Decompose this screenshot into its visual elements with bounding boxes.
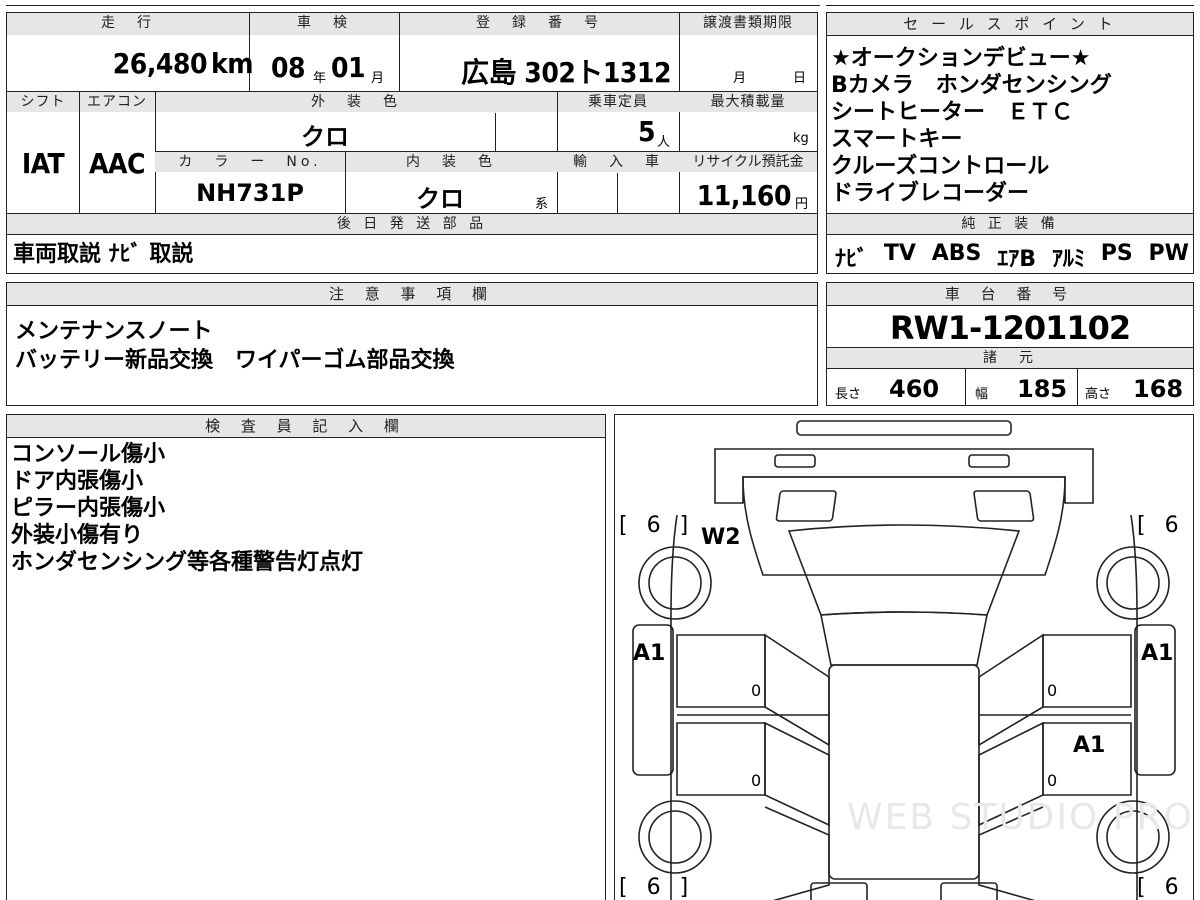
chassis-panel: 車 台 番 号 RW1-1201102 諸 元 長さ 460 幅 185 高さ … xyxy=(826,282,1194,406)
transfer-month: 月 xyxy=(733,71,747,86)
width-value: 185 xyxy=(1017,375,1068,403)
tire-front-right-label: [ 6 ] xyxy=(1137,513,1185,538)
sales-points-header: セ ー ル ス ポ イ ン ト xyxy=(827,13,1193,36)
recycle-value: 11,160 xyxy=(696,179,792,212)
front-grille-shape xyxy=(796,420,1012,436)
notes-header: 注 意 事 項 欄 xyxy=(7,283,817,306)
equipment-navi: ﾅﾋﾞ xyxy=(835,247,869,272)
right-front-door-mark: A1 xyxy=(1141,641,1174,666)
watermark: WEB STUDIO PRO xyxy=(847,797,1194,838)
shift-label: シフト xyxy=(7,92,79,112)
equipment-abs: ABS xyxy=(931,241,982,266)
interior-color-value: クロ xyxy=(416,185,464,213)
mileage-label: 走 行 xyxy=(7,13,249,35)
roof-panel-shape xyxy=(828,664,980,880)
left-front-door-mark: A1 xyxy=(633,641,666,666)
exterior-color-value: クロ xyxy=(301,123,349,151)
chassis-number: RW1-1201102 xyxy=(889,309,1131,347)
left-body-outline xyxy=(670,514,678,900)
shift-value: IAT xyxy=(21,147,65,180)
max-load-unit: kg xyxy=(793,131,809,146)
rear-bumper-shape xyxy=(810,882,868,900)
equipment-pw: PW xyxy=(1148,241,1189,266)
length-label: 長さ xyxy=(835,387,862,402)
specs-header: 諸 元 xyxy=(827,348,1193,369)
height-label: 高さ xyxy=(1085,387,1112,402)
transfer-day: 日 xyxy=(793,71,807,86)
shaken-year: 08 xyxy=(271,51,306,84)
inspector-header: 検 査 員 記 入 欄 xyxy=(7,415,605,438)
mileage-unit: km xyxy=(211,47,254,80)
width-label: 幅 xyxy=(975,387,989,402)
shaken-month-unit: 月 xyxy=(371,71,385,86)
tire-rear-left-label: [ 6 ] xyxy=(619,875,695,900)
capacity-label: 乗車定員 xyxy=(557,92,679,112)
inspector-panel: 検 査 員 記 入 欄 コンソール傷小 ドア内張傷小 ピラー内張傷小 外装小傷有… xyxy=(6,414,606,900)
color-no-value: NH731P xyxy=(196,179,304,207)
height-value: 168 xyxy=(1133,375,1184,403)
genuine-equipment-list: ﾅﾋﾞ TV ABS ｴｱB ｱﾙﾐ PS PW xyxy=(835,241,1189,273)
import-label: 輸 入 車 xyxy=(557,152,679,172)
roof-shape xyxy=(820,611,988,666)
shaken-year-unit: 年 xyxy=(313,71,327,86)
capacity-unit: 人 xyxy=(657,135,671,150)
chassis-header: 車 台 番 号 xyxy=(827,283,1193,306)
genuine-equipment-header: 純 正 装 備 xyxy=(827,214,1193,235)
tire-front-left-label: [ 6 ] xyxy=(619,513,695,538)
equipment-tv: TV xyxy=(883,241,916,266)
ac-value: AAC xyxy=(89,147,145,180)
hood-vent-left xyxy=(775,490,837,522)
windshield-shape xyxy=(787,524,1021,616)
recycle-unit: 円 xyxy=(795,197,809,212)
interior-color-label: 内 装 色 xyxy=(345,152,557,172)
recycle-label: リサイクル預託金 xyxy=(679,152,817,172)
length-value: 460 xyxy=(889,375,940,403)
headlight-left-shape xyxy=(774,454,816,468)
shaken-label: 車 検 xyxy=(249,13,399,35)
equipment-ps: PS xyxy=(1100,241,1133,266)
right-rear-door-mark: A1 xyxy=(1073,733,1106,758)
notes-text: メンテナンスノート バッテリー新品交換 ワイパーゴム部品交換 xyxy=(15,319,455,373)
left-rear-zero: 0 xyxy=(751,771,762,790)
sales-points-text: ★オークションデビュー★ Bカメラ ホンダセンシング シートヒーター ＥＴＣ ス… xyxy=(831,46,1112,206)
max-load-label: 最大積載量 xyxy=(679,92,817,112)
equipment-airbag: ｴｱB xyxy=(997,247,1037,272)
left-front-zero: 0 xyxy=(751,681,762,700)
registration-value: 広島 302ト1312 xyxy=(461,56,671,89)
later-parts-header: 後 日 発 送 部 品 xyxy=(7,214,817,235)
equipment-alloy: ｱﾙﾐ xyxy=(1051,247,1085,272)
headlight-right-shape xyxy=(968,454,1010,468)
tire-rear-right-label: [ 6 ] xyxy=(1137,875,1185,900)
right-rear-zero: 0 xyxy=(1047,771,1058,790)
ac-label: エアコン xyxy=(79,92,155,112)
later-parts-text: 車両取説 ﾅﾋﾞ 取説 xyxy=(13,242,194,267)
right-body-outline xyxy=(1130,514,1138,900)
exterior-color-label: 外 装 色 xyxy=(155,92,557,112)
notes-panel: 注 意 事 項 欄 メンテナンスノート バッテリー新品交換 ワイパーゴム部品交換 xyxy=(6,282,818,406)
hood-vent-right xyxy=(973,490,1035,522)
top-strip xyxy=(0,0,1200,8)
capacity-value: 5 xyxy=(637,115,656,148)
car-diagram-panel: [ 6 ] [ 6 ] [ 6 ] [ 6 ] W2 A1 A1 A1 0 0 … xyxy=(614,414,1194,900)
windshield-mark: W2 xyxy=(701,525,741,550)
interior-color-suffix: 系 xyxy=(535,197,549,212)
shaken-month: 01 xyxy=(331,51,366,84)
front-bumper-shape xyxy=(714,448,1094,504)
registration-label: 登 録 番 号 xyxy=(399,13,679,35)
inspector-text: コンソール傷小 ドア内張傷小 ピラー内張傷小 外装小傷有り ホンダセンシング等各… xyxy=(11,442,364,575)
transfer-label: 譲渡書類期限 xyxy=(679,13,817,35)
sales-points-panel: セ ー ル ス ポ イ ン ト ★オークションデビュー★ Bカメラ ホンダセンシ… xyxy=(826,12,1194,274)
vehicle-info-table: 走 行 車 検 登 録 番 号 譲渡書類期限 26,480 km 08 年 01… xyxy=(6,12,818,274)
mileage-value: 26,480 xyxy=(112,47,208,80)
color-no-label: カ ラ ー No. xyxy=(155,152,345,172)
right-front-zero: 0 xyxy=(1047,681,1058,700)
